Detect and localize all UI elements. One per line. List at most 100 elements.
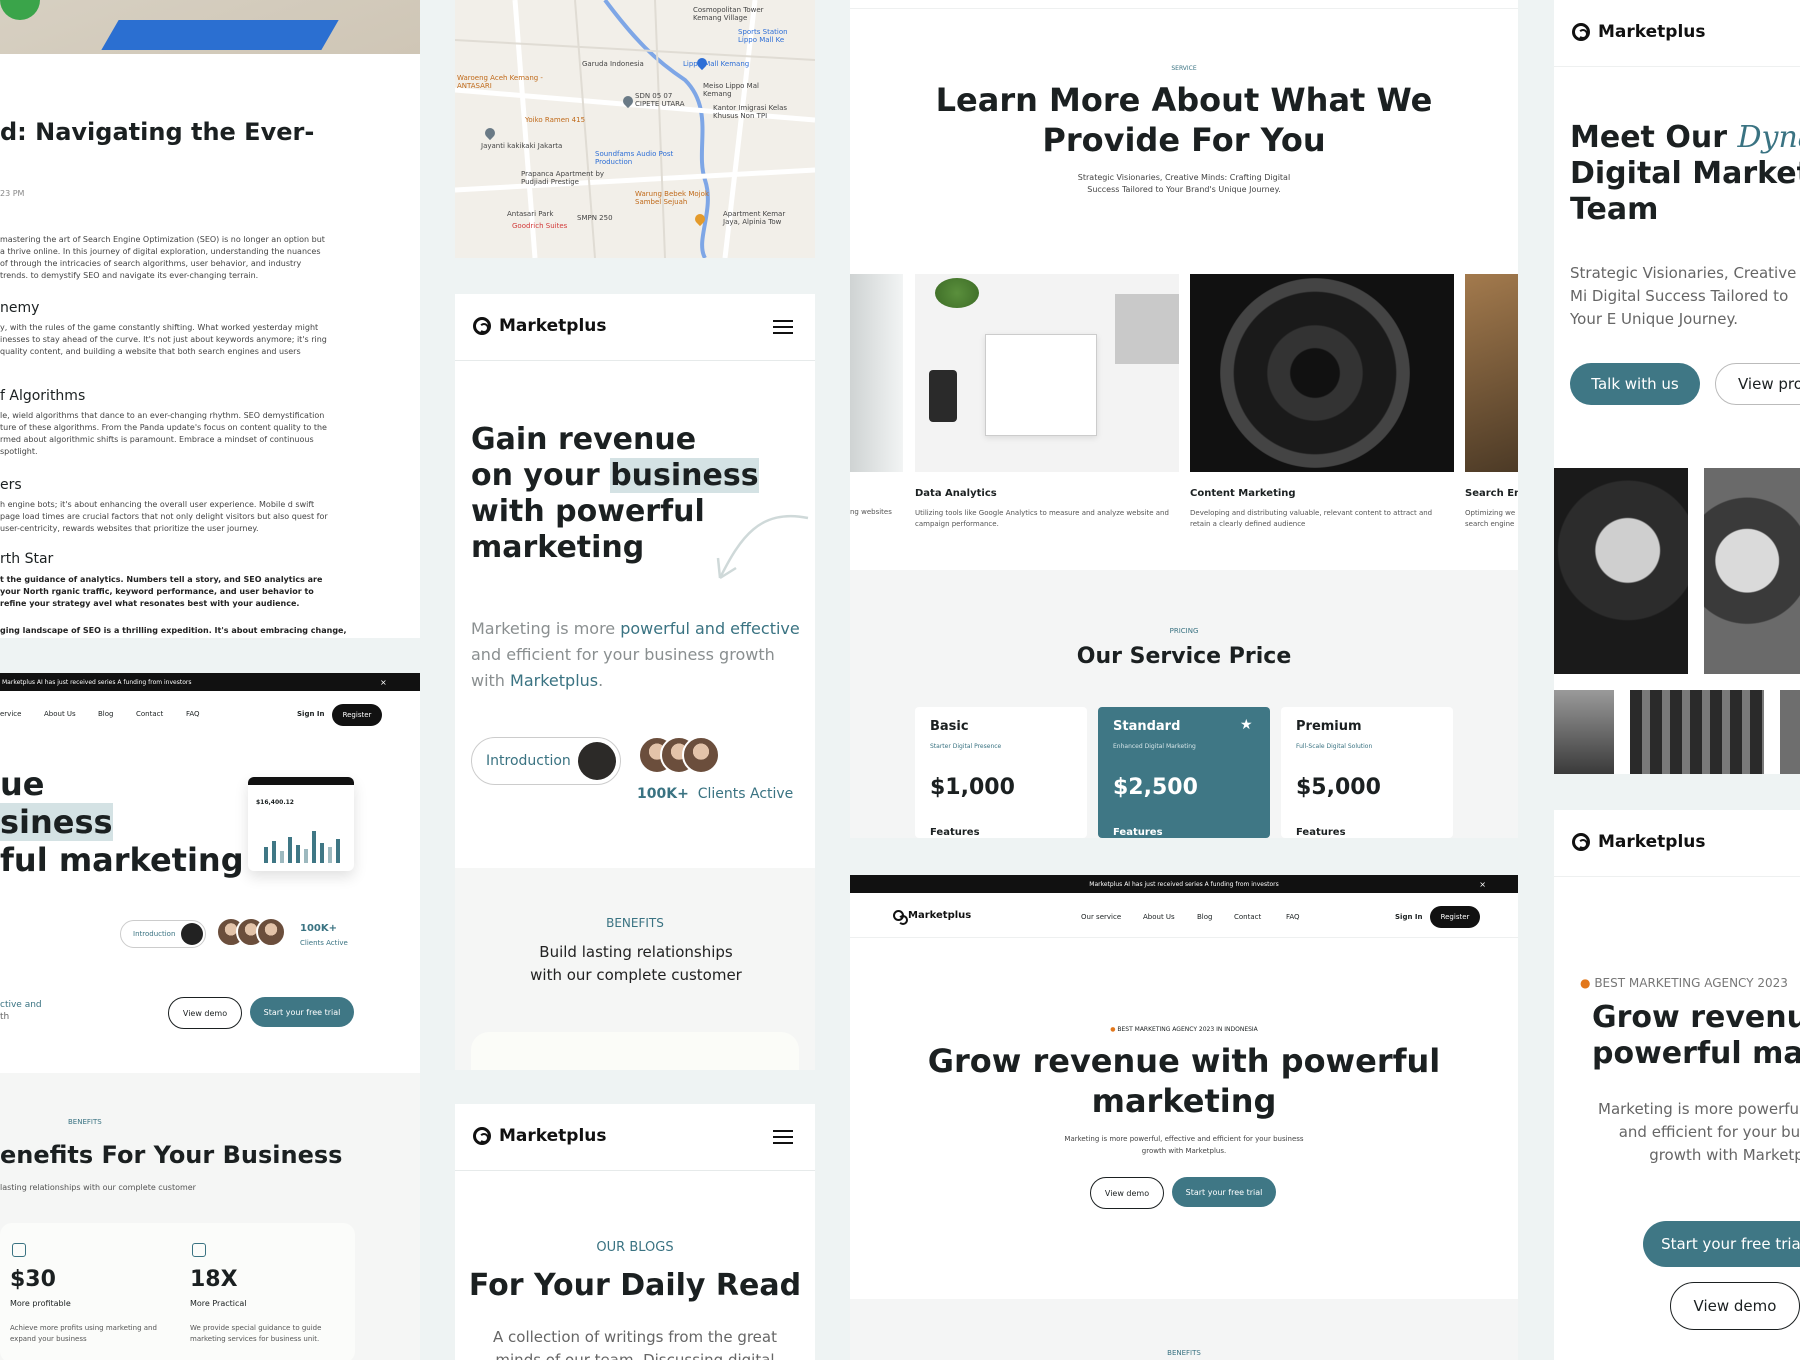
clients-stat: 100K+ Clients Active [637,786,793,802]
clients-count: 100K+ [300,923,338,934]
sign-in-link[interactable]: Sign In [297,710,324,718]
nav-item-blog[interactable]: Blog [1197,913,1212,921]
view-demo-button[interactable]: View demo [1090,1177,1164,1209]
hero-title-line: Grow revenue with powerful [927,1042,1441,1080]
mobile-header: Marketplus [455,1104,815,1171]
desc-highlight: powerful and effective [620,619,800,638]
map-label: Jayanti kakikaki Jakarta [481,142,563,150]
map-label: Antasari Park [507,210,554,218]
curved-arrow-icon [716,514,809,580]
plan-price: $1,000 [930,775,1015,800]
nav-item-faq[interactable]: FAQ [186,710,200,718]
register-button[interactable]: Register [332,704,382,726]
pricing-card-basic[interactable]: Basic Starter Digital Presence $1,000 Fe… [915,707,1087,838]
nav-item-about[interactable]: About Us [44,710,76,718]
dollar-icon [12,1243,26,1257]
logo-icon [473,317,491,335]
nav-bar: ervice About Us Blog Contact FAQ Sign In… [0,703,420,727]
right-hero-panel: Marketplus ● BEST MARKETING AGENCY 2023 … [1554,810,1800,1360]
team-title: Meet Our Dynam Digital Marketin Team [1570,120,1800,228]
avatar [682,736,720,774]
view-demo-button[interactable]: View demo [168,997,242,1029]
play-icon[interactable] [578,742,616,780]
dashboard-value: $16,400.12 [256,799,294,806]
service-panel: SERVICE Learn More About What We Provide… [850,0,1518,570]
benefits-card-preview [471,1032,799,1070]
menu-icon[interactable] [773,1130,793,1144]
close-icon[interactable]: × [1479,880,1486,889]
blog-section-title: rth Star [0,551,54,567]
nav-item-service[interactable]: ervice [0,710,21,718]
free-trial-button[interactable]: Start your free trial [250,997,354,1027]
benefits-text: Build lasting relationships with our com… [530,943,742,984]
menu-icon[interactable] [773,320,793,334]
free-trial-button[interactable]: Start your free trial [1643,1221,1800,1267]
plan-name: Premium [1296,719,1362,734]
register-button[interactable]: Register [1430,906,1480,928]
blog-section-title: f Algorithms [0,388,86,404]
fire-icon: ● [1580,976,1591,990]
brand-logo[interactable]: Marketplus [473,316,607,336]
service-card-image [1190,274,1454,472]
desktop-hero-desc: Marketing is more powerful, effective an… [1064,1135,1304,1155]
plan-features: Features [1113,827,1163,838]
plan-tag: Full-Scale Digital Solution [1296,743,1373,750]
sign-in-link[interactable]: Sign In [1395,913,1422,921]
service-title-line: Learn More About What We [935,81,1433,119]
blogs-eyebrow: OUR BLOGS [596,1240,674,1255]
stat-desc: Achieve more profits using marketing and… [10,1324,157,1343]
pricing-card-standard[interactable]: Standard ★ Enhanced Digital Marketing $2… [1098,707,1270,838]
benefits-left-panel: BENEFITS enefits For Your Business lasti… [0,1073,420,1360]
view-demo-button[interactable]: View demo [1670,1282,1800,1330]
hero-title-line: ue [0,765,45,803]
blog-section-title: nemy [0,300,40,316]
clients-count: 100K+ [637,786,689,802]
service-card-title: Data Analytics [915,488,997,499]
mobile-benefits-panel: BENEFITS Build lasting relationships wit… [455,868,815,1070]
brand-logo[interactable]: Marketplus [1572,22,1706,42]
brand-logo[interactable]: Marketplus [473,1126,607,1146]
plan-price: $2,500 [1113,775,1198,800]
map-panel[interactable]: Cosmopolitan Tower Kemang Village Sports… [455,0,815,258]
map-label: Soundfams Audio Post Production [595,150,674,166]
pricing-card-premium[interactable]: Premium Full-Scale Digital Solution $5,0… [1281,707,1453,838]
view-profile-button[interactable]: View pro [1715,363,1800,405]
blog-section-text: t the guidance of analytics. Numbers tel… [0,575,323,608]
clients-label: Clients Active [300,939,348,947]
stat-label: More profitable [10,1299,71,1308]
introduction-button[interactable]: Introduction [471,737,621,785]
map-label: Kantor Imigrasi Kelas Khusus Non TPI [713,104,788,120]
brand-logo[interactable]: Marketplus [1572,832,1706,852]
map-label: Sports Station Lippo Mall Ke [738,28,788,44]
nav-item-blog[interactable]: Blog [98,710,113,718]
close-icon[interactable]: × [380,678,387,687]
right-hero-desc: Marketing is more powerful, and efficien… [1598,1100,1800,1164]
map-label: Warung Bebek Mojok Sambel Sejuah [635,190,709,206]
nav-item-contact[interactable]: Contact [136,710,163,718]
nav-item-faq[interactable]: FAQ [1286,913,1300,921]
blog-section-text: h engine bots; it's about enhancing the … [0,500,328,533]
map-label: Goodrich Suites [512,222,568,230]
nav-item-service[interactable]: Our service [1081,913,1121,921]
play-icon[interactable] [181,923,203,945]
client-avatars [638,736,728,776]
free-trial-button[interactable]: Start your free trial [1172,1177,1276,1207]
desktop-hero-panel: Marketplus AI has just received series A… [850,875,1518,1360]
team-photo [1554,690,1614,774]
mobile-blog-panel: Marketplus OUR BLOGS For Your Daily Read… [455,1104,815,1360]
service-card-title: Content Marketing [1190,488,1296,499]
brand-logo[interactable]: Marketplus [893,910,971,925]
talk-with-us-button[interactable]: Talk with us [1570,363,1700,405]
plan-tag: Starter Digital Presence [930,743,1002,750]
benefits-eyebrow: BENEFITS [68,1118,102,1126]
award-badge-text: BEST MARKETING AGENCY 2023 IN INDONESIA [1117,1026,1258,1033]
hero-title-highlight: business [610,458,759,493]
nav-item-contact[interactable]: Contact [1234,913,1261,921]
hero-desc-line: th [0,1012,10,1022]
nav-item-about[interactable]: About Us [1143,913,1175,921]
dashboard-bar-chart [264,831,340,863]
hero-desktop-left-panel: Marketplus AI has just received series A… [0,673,420,1073]
map-label: Waroeng Aceh Kemang - ANTASARI [457,74,543,90]
introduction-button[interactable]: Introduction [120,920,206,948]
team-photo [1704,468,1800,674]
